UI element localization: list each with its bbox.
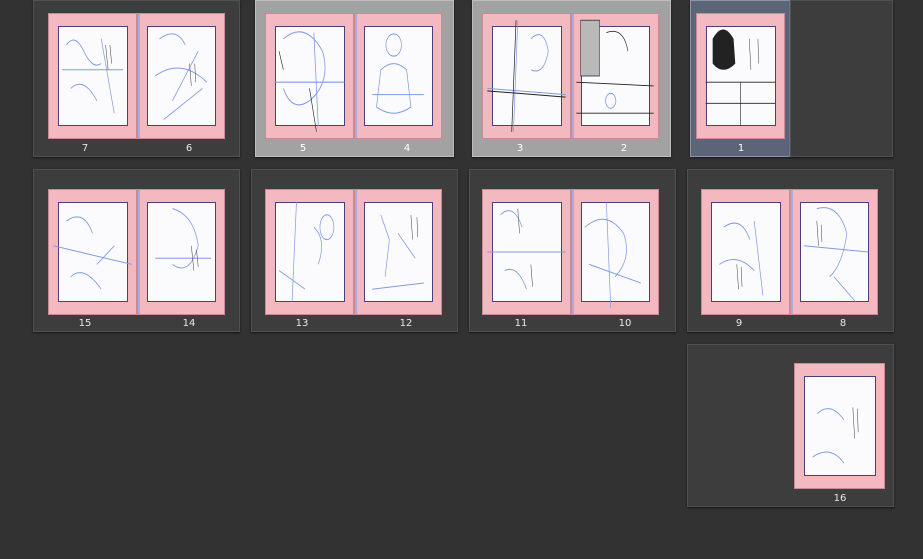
page-number-2: 2: [620, 143, 628, 154]
page-number-8: 8: [839, 318, 847, 329]
sketch-lines: [487, 20, 566, 132]
page-thumbnail-11[interactable]: [482, 189, 571, 315]
sketch-lines: [155, 33, 207, 120]
sketch-lines: [372, 214, 424, 290]
spread-card-16[interactable]: 16: [687, 344, 894, 507]
page-thumbnail-9[interactable]: [701, 189, 790, 315]
spread-card-1[interactable]: 1: [690, 0, 790, 157]
page-number-5: 5: [299, 143, 307, 154]
page-number-13: 13: [295, 318, 309, 329]
page-number-6: 6: [185, 143, 193, 154]
sketch-lines: [803, 207, 869, 302]
page-number-10: 10: [618, 318, 632, 329]
sketch-lines: [278, 202, 335, 302]
page-thumbnail-10[interactable]: [571, 189, 659, 315]
spread-card-6-7[interactable]: 7 6: [33, 0, 240, 157]
page-thumbnail-5[interactable]: [265, 13, 354, 139]
sketch-lines: [53, 216, 132, 290]
sketch-lines: [705, 29, 776, 126]
sketch-lines: [719, 220, 764, 296]
sketch-lines: [487, 208, 566, 290]
page-thumbnail-7[interactable]: [48, 13, 137, 139]
sketch-lines: [812, 407, 859, 464]
page-thumbnail-1[interactable]: [696, 13, 785, 139]
page-thumbnail-13[interactable]: [265, 189, 354, 315]
page-thumbnail-12[interactable]: [354, 189, 442, 315]
page-number-14: 14: [182, 318, 196, 329]
page-number-11: 11: [514, 318, 528, 329]
sketch-lines: [584, 202, 641, 308]
spread-card-12-13[interactable]: 13 12: [251, 169, 458, 332]
page-thumbnail-2[interactable]: [571, 13, 659, 139]
sketch-lines: [155, 208, 212, 271]
page-thumbnail-16[interactable]: [794, 363, 885, 489]
page-thumbnail-6[interactable]: [137, 13, 225, 139]
sketch-lines: [576, 19, 654, 114]
spread-card-empty-top: [790, 0, 893, 157]
page-number-1: 1: [737, 143, 745, 154]
spread-card-14-15[interactable]: 15 14: [33, 169, 240, 332]
sketch-lines: [372, 33, 424, 114]
page-thumbnail-15[interactable]: [48, 189, 137, 315]
sketch-lines: [62, 38, 123, 114]
spread-card-4-5[interactable]: 5 4: [255, 0, 454, 157]
page-thumbnail-3[interactable]: [482, 13, 571, 139]
spread-card-2-3[interactable]: 3 2: [472, 0, 671, 157]
page-number-4: 4: [403, 143, 411, 154]
page-number-16: 16: [833, 493, 847, 504]
page-thumbnail-8[interactable]: [790, 189, 878, 315]
page-number-9: 9: [735, 318, 743, 329]
spread-card-8-9[interactable]: 9 8: [687, 169, 894, 332]
page-thumbnail-4[interactable]: [354, 13, 442, 139]
page-number-7: 7: [81, 143, 89, 154]
page-number-12: 12: [399, 318, 413, 329]
sketch-lines: [274, 31, 345, 132]
page-thumbnail-14[interactable]: [137, 189, 225, 315]
page-number-3: 3: [516, 143, 524, 154]
spread-card-10-11[interactable]: 11 10: [469, 169, 676, 332]
page-number-15: 15: [78, 318, 92, 329]
